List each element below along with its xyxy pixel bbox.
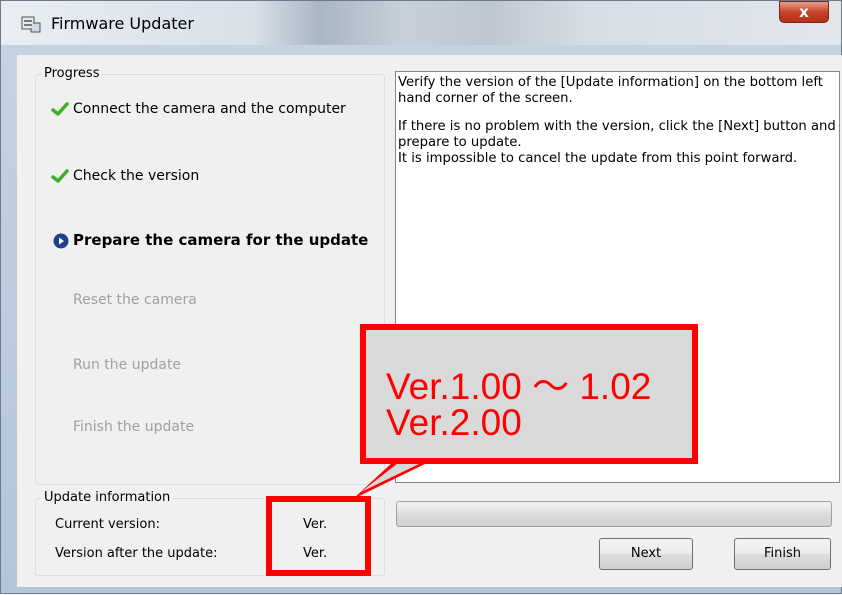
callout-pointer [353, 461, 431, 499]
firmware-updater-window: Firmware Updater x Progress Connect the … [0, 0, 842, 594]
version-highlight-box [266, 496, 371, 576]
callout-version-target: Ver.2.00 [386, 402, 522, 443]
version-callout-box: Ver.1.00 〜 1.02 Ver.2.00 [360, 324, 698, 464]
